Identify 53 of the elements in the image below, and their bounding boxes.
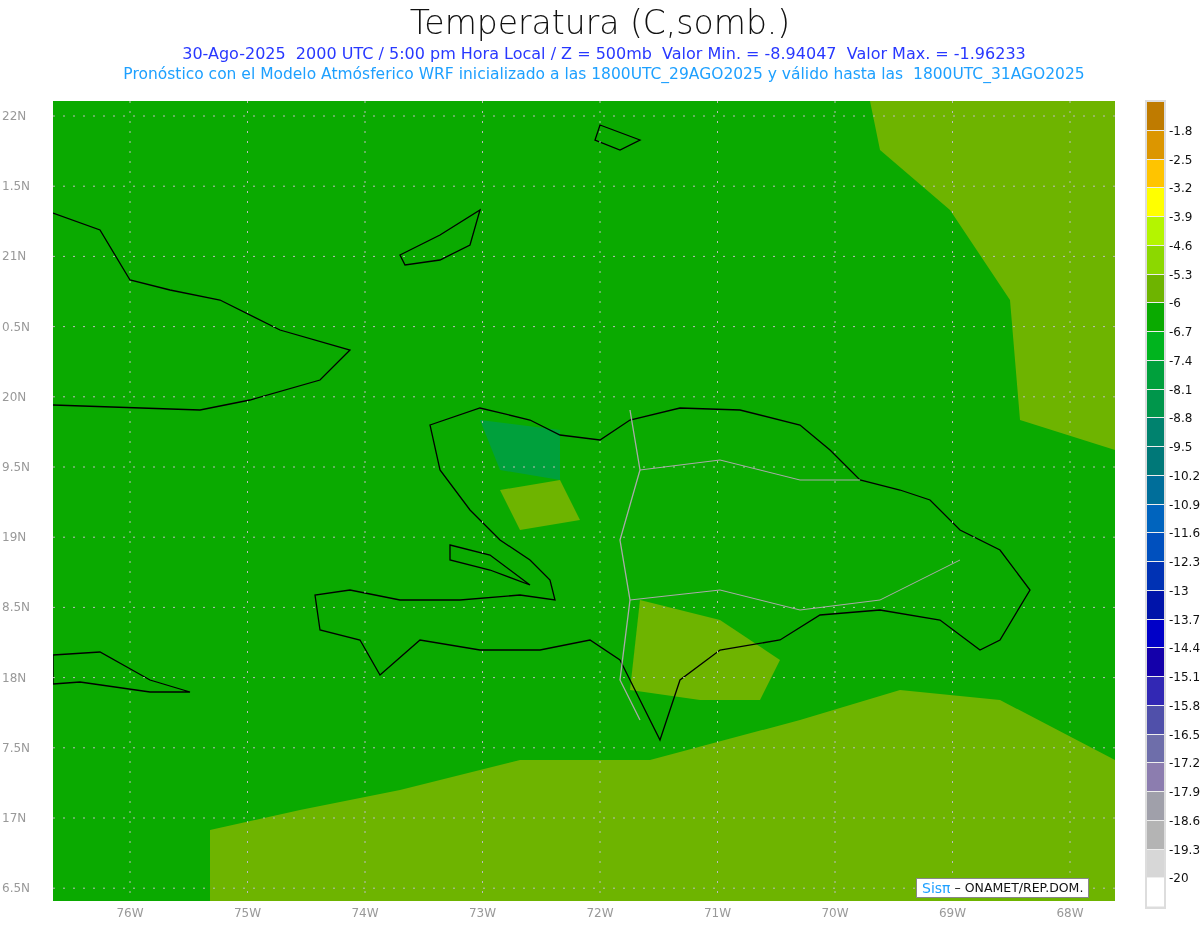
legend-label: -8.8 bbox=[1169, 410, 1193, 427]
legend-label: -16.5 bbox=[1169, 726, 1200, 743]
longitude-label: 72W bbox=[585, 905, 615, 921]
legend-label: -11.6 bbox=[1169, 525, 1200, 542]
latitude-label: 19N bbox=[2, 529, 27, 546]
legend-label: -4.6 bbox=[1169, 237, 1193, 254]
longitude-label: 74W bbox=[350, 905, 380, 921]
longitude-label: 73W bbox=[467, 905, 498, 921]
legend-label: -17.9 bbox=[1169, 784, 1200, 800]
credit-text: – ONAMET/REP.DOM. bbox=[954, 880, 1084, 896]
legend-label: -19.3 bbox=[1169, 841, 1200, 858]
legend-label: -2.5 bbox=[1169, 151, 1193, 168]
legend-label: -13.7 bbox=[1169, 611, 1200, 628]
legend-label: -10.9 bbox=[1169, 496, 1200, 513]
legend-label: -8.1 bbox=[1169, 381, 1193, 398]
longitude-label: 71W bbox=[702, 905, 733, 921]
legend-label: -17.2 bbox=[1169, 755, 1200, 772]
legend-label: -14.4 bbox=[1169, 640, 1200, 657]
longitude-label: 68W bbox=[1055, 905, 1085, 921]
latitude-label: 21N bbox=[2, 248, 27, 265]
latitude-label: 1.5N bbox=[2, 178, 31, 195]
longitude-label: 75W bbox=[232, 905, 263, 921]
legend-label: -6.7 bbox=[1169, 324, 1193, 340]
legend-label: -5.3 bbox=[1169, 266, 1193, 283]
legend-label: -3.2 bbox=[1169, 180, 1193, 197]
latitude-label: 17N bbox=[2, 810, 27, 826]
latitude-label: 20N bbox=[2, 388, 27, 405]
legend-label: -1.8 bbox=[1169, 122, 1193, 139]
legend-label: -3.9 bbox=[1169, 209, 1193, 225]
legend-label: -15.8 bbox=[1169, 697, 1200, 714]
legend-label: -20 bbox=[1169, 870, 1189, 887]
latitude-label: 7.5N bbox=[2, 739, 31, 756]
latitude-label: 0.5N bbox=[2, 318, 31, 335]
longitude-label: 69W bbox=[937, 905, 968, 921]
legend-label: -12.3 bbox=[1169, 554, 1200, 570]
legend-label: -9.5 bbox=[1169, 439, 1193, 455]
longitude-label: 76W bbox=[115, 905, 145, 921]
legend-label: -10.2 bbox=[1169, 467, 1200, 484]
credit-logo: Sisπ bbox=[922, 880, 951, 896]
legend-label: -13 bbox=[1169, 582, 1189, 599]
legend-label: -15.1 bbox=[1169, 669, 1200, 685]
legend-label: -7.4 bbox=[1169, 352, 1193, 369]
map-title: Temperatura (C,somb.) bbox=[409, 2, 791, 44]
latitude-label: 8.5N bbox=[2, 599, 31, 616]
latitude-label: 9.5N bbox=[2, 459, 31, 475]
longitude-label: 70W bbox=[820, 905, 850, 921]
forecast-note: Pronóstico con el Modelo Atmósferico WRF inicializado a las 1800UTC_29AGO2025 y válido hasta las 1800UTC_31AGO2025 bbox=[123, 64, 1085, 84]
latitude-label: 18N bbox=[2, 669, 27, 686]
legend-label: -6 bbox=[1169, 295, 1181, 312]
map-subtitle: 30-Ago-2025 2000 UTC / 5:00 pm Hora Local / Z = 500mb Valor Min. = -8.94047 Valor Max. = -1.96233 bbox=[182, 44, 1026, 64]
latitude-label: 22N bbox=[2, 108, 27, 124]
latitude-label: 6.5N bbox=[2, 880, 31, 897]
legend-label: -18.6 bbox=[1169, 812, 1200, 829]
